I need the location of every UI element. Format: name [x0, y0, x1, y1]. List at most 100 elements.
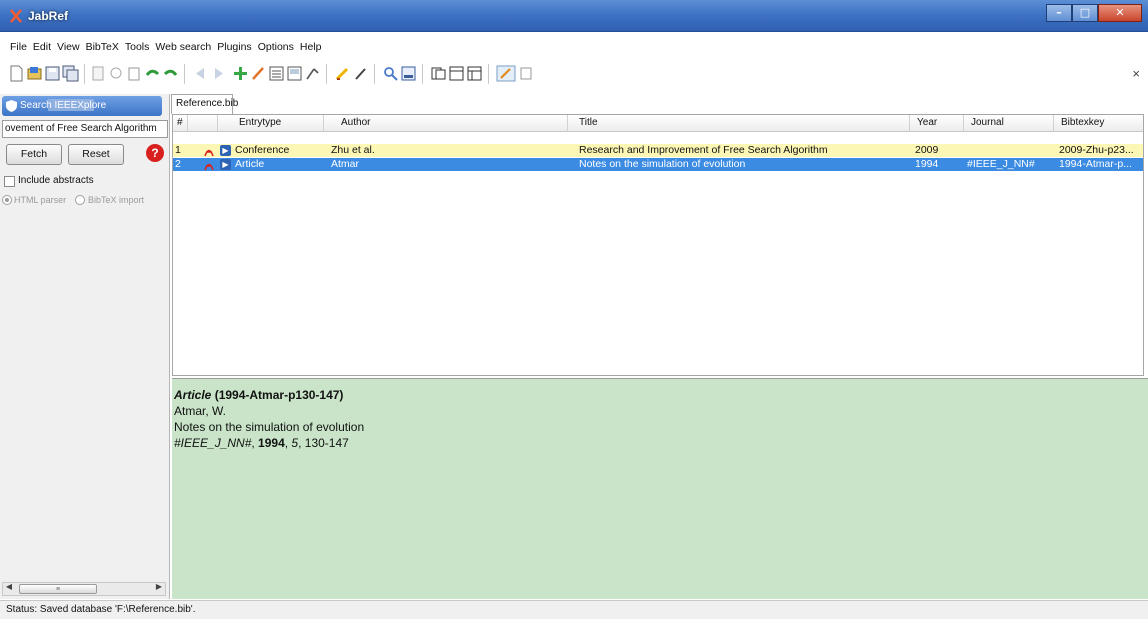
search-input[interactable]: ovement of Free Search Algorithm [2, 120, 168, 138]
help-icon[interactable]: ? [146, 144, 164, 162]
toolbar-separator [184, 64, 185, 84]
save-all-icon[interactable] [62, 65, 79, 82]
bibtex-import-radio[interactable] [75, 195, 85, 205]
cell-entrytype: Article [235, 158, 265, 170]
pdf-icon[interactable] [203, 144, 215, 157]
open-url-icon[interactable] [448, 65, 465, 82]
redo-icon[interactable] [162, 65, 179, 82]
jabref-logo-icon [10, 9, 22, 23]
tab-reference-bib[interactable]: Reference.bib [171, 94, 238, 114]
status-bar: Status: Saved database 'F:\Reference.bib… [0, 600, 1148, 619]
close-window-button[interactable]: ✕ [1098, 4, 1142, 22]
undo-icon[interactable] [144, 65, 161, 82]
cell-title: Notes on the simulation of evolution [579, 158, 746, 170]
preview-key: (1994-Atmar-p130-147) [214, 388, 344, 402]
column-divider [963, 115, 964, 132]
toggle-groups-icon[interactable] [400, 65, 417, 82]
side-horizontal-scrollbar[interactable]: ◀ ≡ ▶ [2, 582, 166, 596]
menu-options[interactable]: Options [256, 40, 298, 56]
minimize-button[interactable]: – [1046, 4, 1072, 22]
menu-edit[interactable]: Edit [31, 40, 55, 56]
preview-title: Notes on the simulation of evolution [174, 420, 365, 434]
preview-author: Atmar, W. [174, 404, 227, 418]
web-search-tab[interactable]: Search IEEEXplore [2, 96, 162, 116]
col-bibtexkey[interactable]: Bibtexkey [1061, 117, 1104, 128]
col-entrytype[interactable]: Entrytype [239, 117, 281, 128]
new-database-icon[interactable] [8, 65, 25, 82]
col-title[interactable]: Title [579, 117, 598, 128]
preview-journal: #IEEE_J_NN# [174, 436, 252, 450]
title-bar: JabRef – □ ✕ [0, 0, 1148, 32]
column-divider [323, 115, 324, 132]
preview-entry-type: Article [174, 388, 212, 402]
cell-bibtexkey: 2009-Zhu-p23... [1059, 144, 1134, 156]
edit-preamble-icon[interactable] [268, 65, 285, 82]
pdf-icon[interactable] [203, 158, 215, 171]
shield-icon [6, 100, 17, 112]
preview-heading: Article (1994-Atmar-p130-147) [174, 387, 1148, 403]
paste-icon[interactable] [126, 65, 143, 82]
menu-view[interactable]: View [55, 40, 84, 56]
window-controls: – □ ✕ [1046, 4, 1142, 22]
open-database-icon[interactable] [26, 65, 43, 82]
preview-citation: #IEEE_J_NN#, 1994, 5, 130-147 [174, 436, 349, 450]
cell-title: Research and Improvement of Free Search … [579, 144, 828, 156]
menu-tools[interactable]: Tools [123, 40, 154, 56]
scroll-left-icon[interactable]: ◀ [3, 582, 15, 596]
web-search-tab-label: Search IEEEXplore [20, 100, 107, 111]
html-parser-radio[interactable] [2, 195, 12, 205]
save-icon[interactable] [44, 65, 61, 82]
menu-bar: File Edit View BibTeX Tools Web search P… [0, 40, 1148, 56]
menu-file[interactable]: File [8, 40, 31, 56]
unmark-entries-icon[interactable] [352, 65, 369, 82]
url-link-icon[interactable]: ▶ [220, 145, 231, 156]
bibtex-import-label: BibTeX import [88, 195, 145, 205]
web-search-panel: Search IEEEXplore ovement of Free Search… [0, 94, 170, 599]
menu-web-search[interactable]: Web search [153, 40, 215, 56]
table-row-selected[interactable]: 2 ▶ Article Atmar Notes on the simulatio… [173, 158, 1143, 171]
column-divider [567, 115, 568, 132]
mark-entries-icon[interactable] [334, 65, 351, 82]
col-number[interactable]: # [177, 117, 183, 128]
menu-plugins[interactable]: Plugins [215, 40, 255, 56]
forward-icon[interactable] [210, 65, 227, 82]
open-file-icon[interactable] [430, 65, 447, 82]
preview-icon[interactable] [466, 65, 483, 82]
push-dropdown-icon[interactable] [518, 65, 535, 82]
menu-help[interactable]: Help [298, 40, 326, 56]
entry-table: # Entrytype Author Title Year Journal Bi… [172, 114, 1144, 376]
table-row[interactable]: 1 ▶ Conference Zhu et al. Research and I… [173, 144, 1143, 157]
edit-entry-icon[interactable] [250, 65, 267, 82]
col-journal[interactable]: Journal [971, 117, 1004, 128]
url-link-icon[interactable]: ▶ [220, 159, 231, 170]
menu-bibtex[interactable]: BibTeX [84, 40, 123, 56]
scroll-right-icon[interactable]: ▶ [153, 582, 165, 596]
cell-bibtexkey: 1994-Atmar-p... [1059, 158, 1132, 170]
copy-icon[interactable] [108, 65, 125, 82]
push-to-editor-icon[interactable] [496, 65, 516, 82]
cell-year: 2009 [915, 144, 939, 156]
maximize-button[interactable]: □ [1072, 4, 1098, 22]
close-toolbar-icon[interactable]: × [1132, 66, 1140, 81]
cleanup-icon[interactable] [304, 65, 321, 82]
window-title: JabRef [28, 9, 69, 23]
reset-button[interactable]: Reset [68, 144, 124, 165]
scrollbar-thumb[interactable]: ≡ [19, 584, 97, 594]
column-divider [187, 115, 188, 132]
col-year[interactable]: Year [917, 117, 937, 128]
column-divider [909, 115, 910, 132]
cell-year: 1994 [915, 158, 939, 170]
cell-journal: #IEEE_J_NN# [967, 158, 1035, 170]
edit-strings-icon[interactable] [286, 65, 303, 82]
col-author[interactable]: Author [341, 117, 370, 128]
add-entry-icon[interactable] [232, 65, 249, 82]
back-icon[interactable] [192, 65, 209, 82]
toolbar-separator [422, 64, 423, 84]
cut-icon[interactable] [90, 65, 107, 82]
toolbar-separator [374, 64, 375, 84]
include-abstracts-checkbox[interactable] [4, 176, 15, 187]
search-icon[interactable] [382, 65, 399, 82]
table-header: # Entrytype Author Title Year Journal Bi… [173, 115, 1143, 132]
fetch-button[interactable]: Fetch [6, 144, 62, 165]
column-divider [217, 115, 218, 132]
